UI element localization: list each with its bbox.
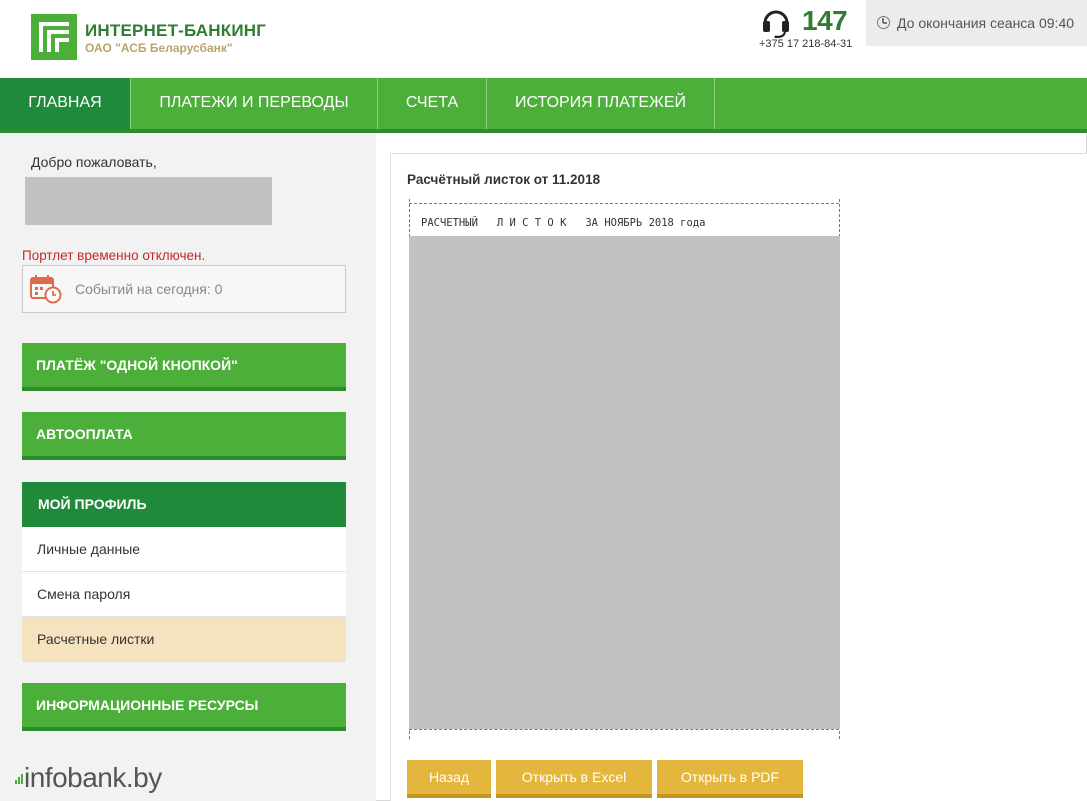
brand-subtitle: ОАО "АСБ Беларусбанк"	[85, 41, 233, 55]
support-contact: 147 +375 17 218-84-31	[757, 4, 857, 54]
bank-logo[interactable]	[31, 14, 77, 60]
nav-item-payments[interactable]: ПЛАТЕЖИ И ПЕРЕВОДЫ	[131, 78, 378, 129]
support-phone: +375 17 218-84-31	[759, 38, 853, 50]
portlet-notice: Портлет временно отключен.	[22, 248, 206, 263]
support-number: 147	[802, 5, 848, 36]
clock-icon	[877, 16, 890, 29]
nav-item-history[interactable]: ИСТОРИЯ ПЛАТЕЖЕЙ	[487, 78, 715, 129]
events-count-text: Событий на сегодня: 0	[75, 281, 223, 297]
watermark-bars-icon	[15, 767, 23, 787]
back-button[interactable]: Назад	[407, 760, 491, 798]
sidebar: Добро пожаловать, Портлет временно отклю…	[0, 133, 376, 801]
autopay-button[interactable]: АВТООПЛАТА	[22, 412, 346, 460]
open-excel-button[interactable]: Открыть в Excel	[496, 760, 652, 798]
payslip-title: Расчётный листок от 11.2018	[407, 172, 601, 187]
nav-item-main[interactable]: ГЛАВНАЯ	[0, 78, 131, 141]
brand-title: ИНТЕРНЕТ-БАНКИНГ	[85, 21, 267, 40]
one-click-payment-button[interactable]: ПЛАТЁЖ "ОДНОЙ КНОПКОЙ"	[22, 343, 346, 391]
profile-item-change-password[interactable]: Смена пароля	[22, 572, 346, 617]
watermark-text: infobank.by	[24, 762, 162, 793]
payslip-panel: Расчётный листок от 11.2018 РАСЧЕТНЫЙ Л …	[390, 153, 1087, 801]
nav-item-accounts[interactable]: СЧЕТА	[378, 78, 487, 129]
session-timer: До окончания сеанса 09:40	[866, 0, 1087, 46]
session-timer-text: До окончания сеанса 09:40	[897, 15, 1075, 31]
open-pdf-button[interactable]: Открыть в PDF	[657, 760, 803, 798]
header: ИНТЕРНЕТ-БАНКИНГ ОАО "АСБ Беларусбанк" 1…	[0, 0, 1087, 78]
welcome-text: Добро пожаловать,	[31, 154, 157, 170]
profile-section-title[interactable]: МОЙ ПРОФИЛЬ	[22, 482, 346, 534]
payslip-content-redacted	[409, 236, 840, 729]
calendar-clock-icon	[30, 275, 62, 304]
user-name-redacted	[25, 177, 272, 225]
watermark: infobank.by	[15, 762, 162, 794]
info-resources-button[interactable]: ИНФОРМАЦИОННЫЕ РЕСУРСЫ	[22, 683, 346, 731]
payslip-header-line: РАСЧЕТНЫЙ Л И С Т О К ЗА НОЯБРЬ 2018 год…	[421, 217, 706, 229]
profile-item-payslips[interactable]: Расчетные листки	[22, 617, 346, 662]
events-widget[interactable]: Событий на сегодня: 0	[22, 265, 346, 313]
headset-icon	[763, 10, 789, 38]
payslip-sheet: РАСЧЕТНЫЙ Л И С Т О К ЗА НОЯБРЬ 2018 год…	[407, 199, 841, 739]
main-nav: ГЛАВНАЯ ПЛАТЕЖИ И ПЕРЕВОДЫ СЧЕТА ИСТОРИЯ…	[0, 78, 1087, 141]
profile-item-personal-data[interactable]: Личные данные	[22, 527, 346, 572]
